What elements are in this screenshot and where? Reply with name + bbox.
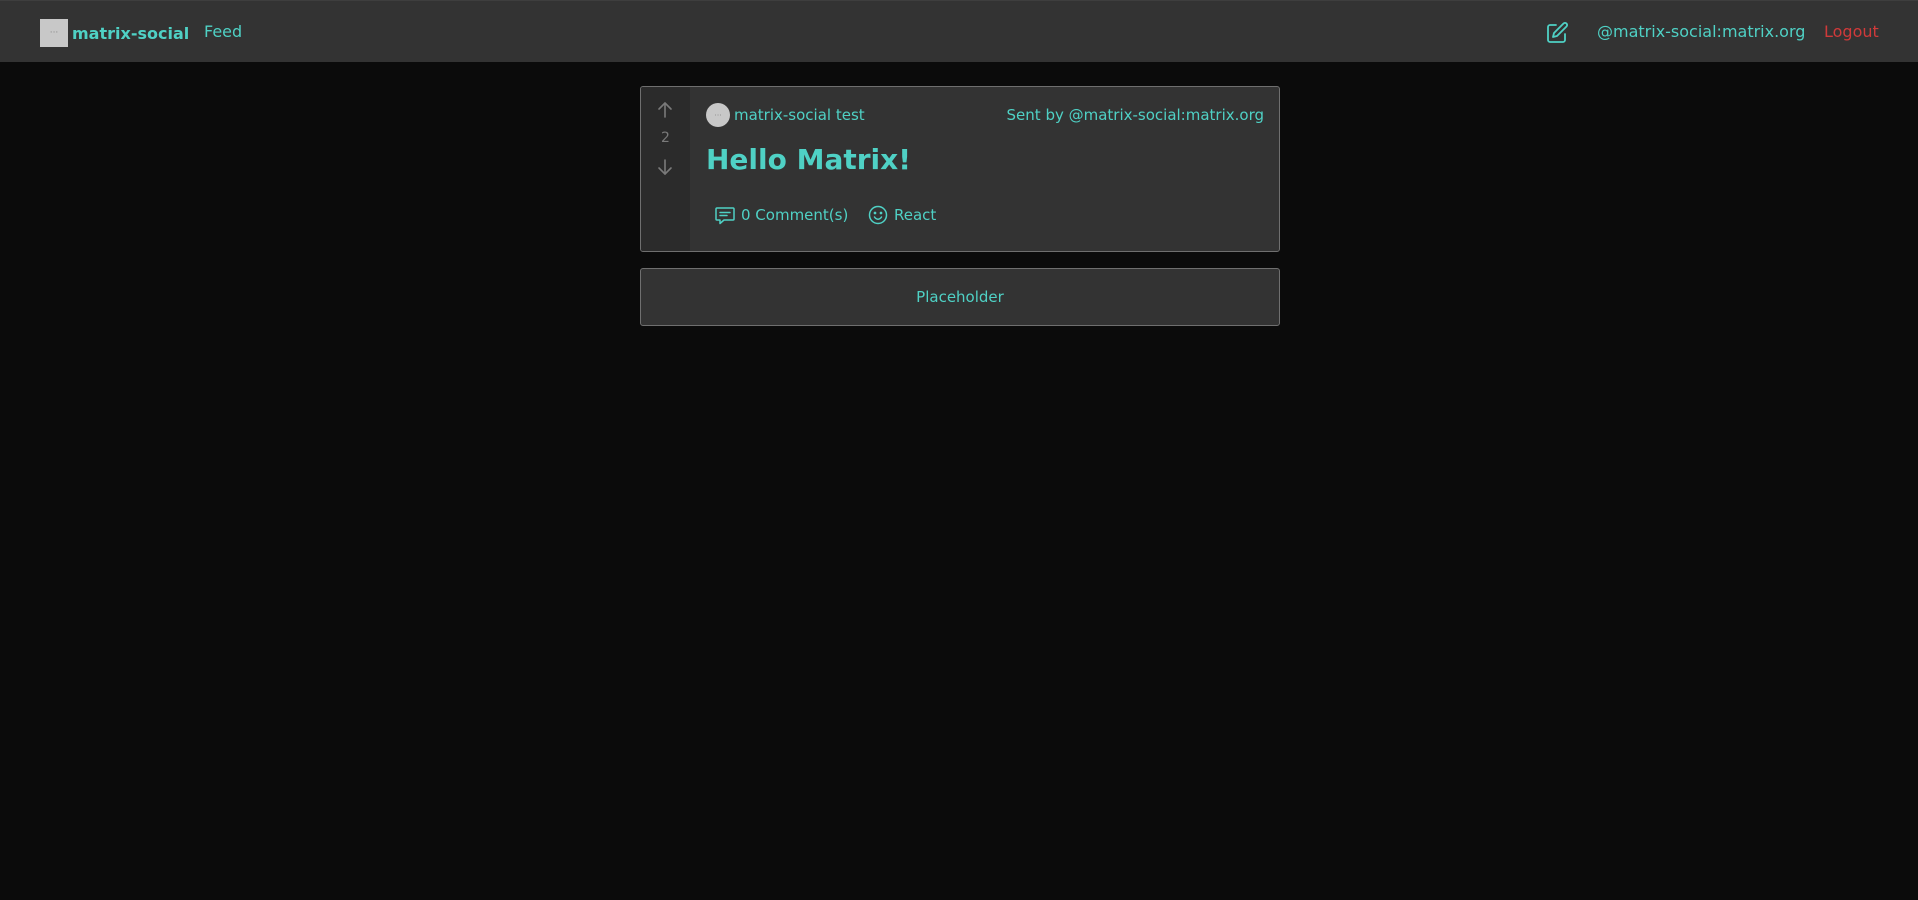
post-sender: Sent by @matrix-social:matrix.org bbox=[1006, 106, 1264, 124]
nav-feed-link[interactable]: Feed bbox=[204, 22, 242, 41]
brand-link[interactable]: ··· matrix-social bbox=[40, 19, 189, 47]
user-profile-link[interactable]: @matrix-social:matrix.org bbox=[1597, 22, 1805, 41]
vote-column: 2 bbox=[641, 87, 690, 251]
logout-button[interactable]: Logout bbox=[1824, 22, 1879, 41]
comment-icon bbox=[715, 207, 735, 225]
avatar: ··· bbox=[706, 103, 730, 127]
upvote-button[interactable] bbox=[655, 100, 675, 120]
pencil-square-icon bbox=[1547, 22, 1568, 43]
compose-button[interactable] bbox=[1545, 21, 1569, 45]
vote-count: 2 bbox=[661, 130, 670, 146]
react-label: React bbox=[894, 206, 937, 224]
top-navbar: ··· matrix-social Feed @matrix-social:ma… bbox=[0, 0, 1918, 62]
logo-placeholder-icon: ··· bbox=[49, 28, 59, 38]
post-title[interactable]: Hello Matrix! bbox=[706, 143, 911, 176]
comments-button[interactable]: 0 Comment(s) bbox=[714, 204, 848, 226]
comments-label: 0 Comment(s) bbox=[741, 206, 849, 224]
brand-logo: ··· bbox=[40, 19, 68, 47]
post-author-link[interactable]: ··· matrix-social test bbox=[706, 103, 865, 127]
react-button[interactable]: React bbox=[867, 204, 936, 226]
smiley-icon bbox=[868, 205, 888, 225]
brand-name: matrix-social bbox=[72, 23, 190, 43]
arrow-up-icon bbox=[658, 102, 672, 118]
avatar-placeholder-icon: ··· bbox=[714, 110, 722, 120]
placeholder-label: Placeholder bbox=[916, 288, 1004, 306]
placeholder-card: Placeholder bbox=[640, 268, 1280, 326]
post-card: 2 ··· matrix-social test Sent by @matrix… bbox=[640, 86, 1280, 252]
author-name: matrix-social test bbox=[734, 106, 865, 124]
downvote-button[interactable] bbox=[655, 157, 675, 177]
arrow-down-icon bbox=[658, 159, 672, 175]
